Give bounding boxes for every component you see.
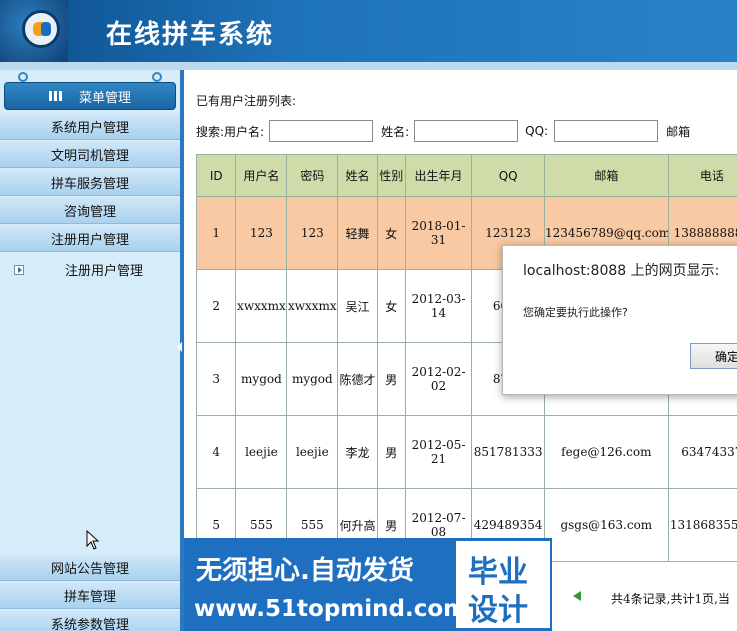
sidebar-item-carpool[interactable]: 拼车管理 xyxy=(0,583,180,609)
menu-ring-right-icon xyxy=(152,72,162,82)
pager-prev-icon[interactable] xyxy=(573,591,581,601)
username-search-input[interactable] xyxy=(269,120,374,142)
list-title: 已有用户注册列表: xyxy=(196,94,297,108)
table-cell: 63474337 xyxy=(667,415,737,489)
sidebar: 菜单管理 系统用户管理 文明司机管理 拼车服务管理 咨询管理 注册用户管理 注册… xyxy=(0,70,180,631)
pager-summary: 共4条记录,共计1页,当 xyxy=(611,592,730,606)
sidebar-item-registered-users[interactable]: 注册用户管理 xyxy=(0,226,180,252)
table-cell: leejie xyxy=(235,415,288,489)
header-bar: 在线拼车系统 xyxy=(0,0,737,62)
column-header: QQ xyxy=(471,154,545,197)
menu-grid-icon xyxy=(48,91,63,101)
column-header: 姓名 xyxy=(337,154,378,197)
table-cell: 陈德才 xyxy=(337,342,378,416)
table-cell: 2018-01-31 xyxy=(404,196,473,270)
menu-header-label: 菜单管理 xyxy=(78,90,131,106)
sidebar-item-system-params[interactable]: 系统参数管理 xyxy=(0,611,180,631)
app-title: 在线拼车系统 xyxy=(106,20,275,50)
table-cell: 1 xyxy=(195,196,237,270)
sidebar-item-system-users[interactable]: 系统用户管理 xyxy=(0,114,180,140)
table-cell: 3 xyxy=(195,342,237,416)
table-row[interactable]: 4 leejie leejie 李龙 男 2012-05-21 85178133… xyxy=(195,415,737,489)
dialog-title: localhost:8088 上的网页显示: xyxy=(523,263,720,279)
column-header: 密码 xyxy=(286,154,339,197)
watermark-slogan: 无须担心.自动发货 xyxy=(196,556,414,586)
column-header: 邮箱 xyxy=(544,154,669,197)
column-header: ID xyxy=(195,154,237,197)
table-cell: 851781333 xyxy=(471,415,545,489)
mouse-cursor-icon xyxy=(86,530,100,550)
collapse-arrow-icon[interactable] xyxy=(177,342,182,352)
sidebar-item-carpool-services[interactable]: 拼车服务管理 xyxy=(0,170,180,196)
table-cell: 轻舞 xyxy=(337,196,378,270)
table-cell: 吴江 xyxy=(337,269,378,343)
app-root: 在线拼车系统 菜单管理 系统用户管理 文明司机管理 拼车服务管理 咨询管理 注册… xyxy=(0,0,737,631)
table-cell: 2012-03-14 xyxy=(404,269,473,343)
name-search-input[interactable] xyxy=(414,120,519,142)
search-row: 搜索: 用户名: 姓名: QQ: 邮箱 xyxy=(196,120,690,142)
search-label: 搜索: xyxy=(196,124,225,139)
table-cell: 2 xyxy=(195,269,237,343)
logo-blue-mark xyxy=(41,22,51,36)
table-cell: mygod xyxy=(286,342,339,416)
dialog-message: 您确定要执行此操作? xyxy=(523,306,628,319)
sidebar-item-consult[interactable]: 咨询管理 xyxy=(0,198,180,224)
table-cell: 123 xyxy=(286,196,339,270)
watermark-banner: 无须担心.自动发货 www.51topmind.com 毕业 设计 xyxy=(184,538,552,631)
watermark-url: www.51topmind.com xyxy=(194,596,468,622)
watermark-badge-line2: 设计 xyxy=(468,593,528,628)
column-header: 出生年月 xyxy=(404,154,473,197)
sidebar-item-drivers[interactable]: 文明司机管理 xyxy=(0,142,180,168)
name-label: 姓名: xyxy=(381,124,410,139)
table-cell: 女 xyxy=(376,196,406,270)
username-label: 用户名: xyxy=(224,124,265,139)
table-cell: gsgs@163.com xyxy=(544,488,669,562)
sidebar-subitem-label: 注册用户管理 xyxy=(65,264,144,279)
column-header: 性别 xyxy=(376,154,406,197)
table-cell: 4 xyxy=(195,415,237,489)
table-cell: 男 xyxy=(376,342,406,416)
table-cell: 2012-02-02 xyxy=(404,342,473,416)
table-cell: xwxxmx xyxy=(286,269,339,343)
dialog-ok-button[interactable]: 确定 xyxy=(690,343,737,369)
table-header-row: ID 用户名 密码 姓名 性别 出生年月 QQ 邮箱 电话 xyxy=(195,154,737,197)
table-cell: 女 xyxy=(376,269,406,343)
qq-search-input[interactable] xyxy=(554,120,659,142)
email-label: 邮箱 xyxy=(666,124,691,139)
table-cell: xwxxmx xyxy=(235,269,288,343)
column-header: 电话 xyxy=(667,154,737,197)
menu-header[interactable]: 菜单管理 xyxy=(4,82,176,110)
app-logo xyxy=(0,0,68,62)
table-cell: 123 xyxy=(235,196,288,270)
table-cell: 男 xyxy=(376,415,406,489)
table-cell: fege@126.com xyxy=(544,415,669,489)
sidebar-item-announcements[interactable]: 网站公告管理 xyxy=(0,555,180,581)
arrow-right-icon xyxy=(14,264,24,275)
column-header: 用户名 xyxy=(235,154,288,197)
confirm-dialog: localhost:8088 上的网页显示: 您确定要执行此操作? 确定 xyxy=(502,245,737,395)
watermark-badge: 毕业 设计 xyxy=(456,541,550,628)
qq-label: QQ: xyxy=(525,124,549,138)
sidebar-subitem-registered-users[interactable]: 注册用户管理 xyxy=(14,260,143,279)
table-cell: 李龙 xyxy=(337,415,378,489)
menu-ring-left-icon xyxy=(18,72,28,82)
table-cell: leejie xyxy=(286,415,339,489)
header-strip xyxy=(0,62,737,70)
table-cell: 13186835580 xyxy=(667,488,737,562)
table-cell: mygod xyxy=(235,342,288,416)
table-cell: 2012-05-21 xyxy=(404,415,473,489)
